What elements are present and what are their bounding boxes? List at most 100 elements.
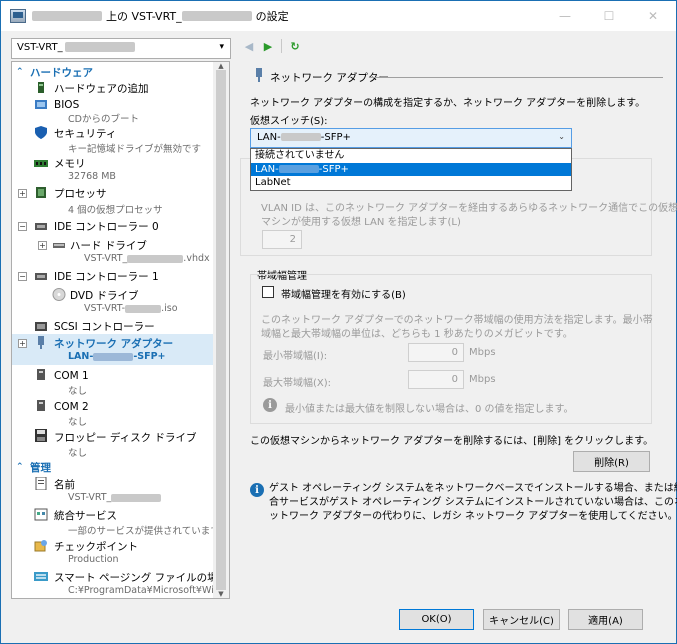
tree-item-integration-services[interactable]: 統合サービス 一部のサービスが提供されています	[12, 506, 220, 537]
vswitch-option-not-connected[interactable]: 接続されていません	[251, 149, 571, 163]
tree-item-detail: 一部のサービスが提供されています	[68, 526, 220, 537]
checkpoint-icon	[34, 540, 47, 552]
vlan-description-line1: VLAN ID は、このネットワーク アダプターを経由するあらゆるネットワーク通…	[261, 203, 677, 214]
tree-item-label: 統合サービス	[54, 510, 117, 522]
min-bandwidth-unit: Mbps	[469, 347, 496, 358]
toolbar: VST-VRT_ ▾ ◀ ▶ ↻	[1, 31, 676, 61]
tree-item-ide-controller-1[interactable]: − IDE コントローラー 1	[12, 268, 215, 284]
tree-item-label: IDE コントローラー 0	[54, 221, 159, 233]
collapse-icon: ⌃	[16, 67, 24, 77]
bandwidth-enable-checkbox[interactable]	[262, 286, 274, 298]
tree-item-security[interactable]: セキュリティ キー記憶域ドライブが無効です	[12, 124, 215, 155]
back-arrow-icon[interactable]: ◀	[241, 38, 257, 54]
com-port-icon	[37, 400, 45, 411]
tree-item-processor[interactable]: + プロセッサ 4 個の仮想プロセッサ	[12, 184, 215, 216]
tree-item-add-hardware[interactable]: ハードウェアの追加	[12, 80, 215, 96]
tree-item-label: DVD ドライブ	[70, 290, 139, 302]
option-suffix: -SFP+	[318, 163, 349, 175]
tree-item-detail: 32768 MB	[68, 171, 116, 182]
scroll-down-icon[interactable]: ▼	[213, 590, 229, 598]
processor-chip-icon	[36, 187, 46, 198]
tree-item-label: 名前	[54, 479, 75, 491]
detail-suffix: .iso	[161, 303, 178, 314]
tree-item-dvd-drive[interactable]: DVD ドライブ VST-VRT- .iso	[12, 286, 215, 316]
tree-item-com1[interactable]: COM 1 なし	[12, 366, 215, 397]
vm-selector[interactable]: VST-VRT_ ▾	[11, 38, 231, 59]
tree-item-scsi-controller[interactable]: SCSI コントローラー	[12, 318, 215, 334]
tree-item-label: BIOS	[54, 98, 80, 111]
ok-button[interactable]: OK(O)	[399, 609, 474, 630]
apply-button[interactable]: 適用(A)	[568, 609, 643, 630]
redacted-vm-name	[181, 11, 252, 21]
expand-icon[interactable]: +	[18, 339, 27, 348]
forward-arrow-icon[interactable]: ▶	[260, 38, 276, 54]
tree-item-bios[interactable]: BIOS CDからのブート	[12, 96, 215, 125]
redacted-text	[125, 304, 162, 313]
close-button[interactable]: ✕	[631, 1, 675, 31]
integration-services-icon	[34, 508, 48, 521]
vm-settings-app-icon	[10, 9, 26, 23]
scsi-controller-icon	[35, 322, 47, 331]
tree-item-label: チェックポイント	[54, 541, 138, 553]
tree-item-label: メモリ	[54, 158, 86, 170]
tree-item-detail: キー記憶域ドライブが無効です	[68, 144, 202, 155]
vswitch-option-labnet[interactable]: LabNet	[251, 176, 571, 190]
tree-item-memory[interactable]: メモリ 32768 MB	[12, 154, 215, 184]
redacted-vm-name	[64, 42, 135, 52]
tree-item-smart-paging[interactable]: スマート ページング ファイルの場所 C:¥ProgramData¥Micros…	[12, 568, 228, 598]
tree-item-detail: CDからのブート	[68, 114, 139, 125]
panel-description: ネットワーク アダプターの構成を指定するか、ネットワーク アダプターを削除します…	[250, 98, 646, 109]
scrollbar-thumb[interactable]	[216, 70, 226, 590]
minimize-button[interactable]: —	[543, 1, 587, 31]
remove-button[interactable]: 削除(R)	[573, 451, 650, 472]
hardware-section-header[interactable]: ⌃ ハードウェア	[12, 64, 215, 80]
expand-icon[interactable]: +	[38, 241, 47, 250]
refresh-icon[interactable]: ↻	[287, 38, 303, 54]
chevron-down-icon: ▾	[219, 42, 224, 52]
detail-suffix: .vhdx	[183, 253, 210, 264]
collapse-icon[interactable]: −	[18, 272, 27, 281]
info-icon: i	[250, 483, 264, 497]
min-bandwidth-label: 最小帯域幅(I):	[263, 351, 328, 362]
min-bandwidth-input[interactable]: 0	[408, 343, 464, 362]
tree-item-detail: なし	[68, 386, 88, 397]
tree-item-network-adapter[interactable]: + ネットワーク アダプター LAN- -SFP+	[12, 334, 215, 365]
tree-item-detail: C:¥ProgramData¥Microsoft¥Wi...	[68, 585, 223, 596]
maximize-button[interactable]: ☐	[587, 1, 631, 31]
tree-item-label: SCSI コントローラー	[54, 321, 155, 333]
network-adapter-panel: ネットワーク アダプター ネットワーク アダプターの構成を指定するか、ネットワー…	[237, 61, 677, 599]
vswitch-label: 仮想スイッチ(S):	[250, 116, 328, 127]
tree-item-checkpoint[interactable]: チェックポイント Production	[12, 537, 215, 567]
vlan-id-input[interactable]: 2	[262, 230, 302, 249]
tree-item-hard-drive[interactable]: + ハード ドライブ VST-VRT_ .vhdx	[12, 236, 215, 266]
detail-prefix: LAN-	[68, 351, 94, 362]
bios-chip-icon	[35, 100, 47, 109]
tree-item-detail: VST-VRT- .iso	[84, 303, 178, 314]
vswitch-option-lan-sfp[interactable]: LAN- -SFP+	[251, 162, 571, 176]
expand-icon[interactable]: +	[18, 189, 27, 198]
legacy-info-line2: 合サービスがゲスト オペレーティング システムにインストールされていない場合は、…	[269, 497, 677, 508]
tree-item-label: セキュリティ	[54, 128, 117, 140]
detail-prefix: VST-VRT_	[68, 492, 112, 503]
tree-scrollbar[interactable]: ▲ ▼	[213, 62, 229, 598]
max-bandwidth-input[interactable]: 0	[408, 370, 464, 389]
tree-item-name[interactable]: 名前 VST-VRT_	[12, 475, 215, 505]
window-title: 上の VST-VRT_ の設定	[32, 8, 289, 24]
tree-item-floppy-drive[interactable]: フロッピー ディスク ドライブ なし	[12, 428, 215, 459]
network-adapter-icon	[256, 68, 262, 82]
management-section-header[interactable]: ⌃ 管理	[12, 459, 215, 475]
tree-item-ide-controller-0[interactable]: − IDE コントローラー 0	[12, 218, 215, 234]
floppy-disk-icon	[35, 429, 47, 442]
paging-file-icon	[34, 572, 48, 581]
cancel-button[interactable]: キャンセル(C)	[483, 609, 560, 630]
redacted-text	[127, 254, 184, 263]
vswitch-dropdown[interactable]: LAN- -SFP+ ⌄	[250, 128, 572, 148]
vswitch-value-prefix: LAN-	[257, 132, 281, 143]
scroll-up-icon[interactable]: ▲	[213, 62, 229, 70]
tree-item-detail: VST-VRT_	[68, 492, 162, 503]
collapse-icon[interactable]: −	[18, 222, 27, 231]
max-bandwidth-label: 最大帯域幅(X):	[263, 378, 332, 389]
tree-item-com2[interactable]: COM 2 なし	[12, 397, 215, 428]
controller-icon	[35, 223, 47, 230]
redacted-text	[278, 164, 319, 173]
